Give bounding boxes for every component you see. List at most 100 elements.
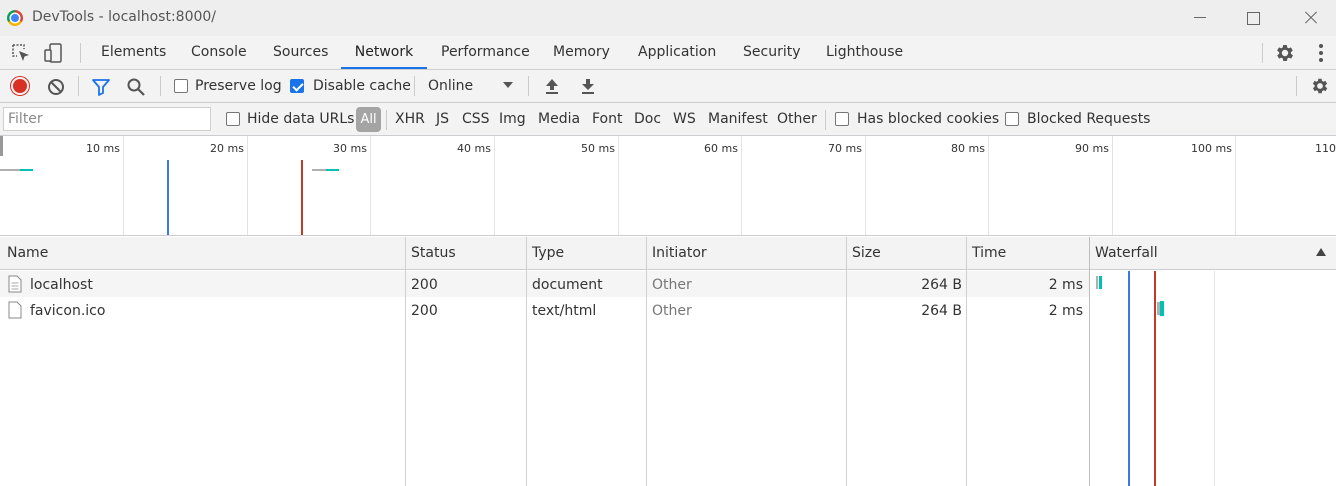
request-status: 200 [411, 303, 438, 319]
column-header-type[interactable]: Type [532, 245, 564, 261]
device-toolbar-icon[interactable] [44, 43, 64, 63]
column-header-waterfall[interactable]: Waterfall [1095, 245, 1158, 261]
type-filter-js[interactable]: JS [436, 111, 449, 127]
chevron-down-icon[interactable] [503, 82, 513, 88]
type-filter-all[interactable]: All [356, 107, 381, 132]
overview-gridline [123, 136, 124, 235]
tab-lighthouse[interactable]: Lighthouse [826, 36, 903, 69]
network-settings-gear-icon[interactable] [1310, 76, 1330, 96]
toolbar-divider [414, 76, 415, 96]
overview-tick-label: 40 ms [457, 142, 491, 155]
column-header-status[interactable]: Status [411, 245, 456, 261]
column-divider[interactable] [405, 237, 406, 486]
clear-icon[interactable] [46, 77, 66, 97]
tab-console[interactable]: Console [191, 36, 247, 69]
type-filter-doc[interactable]: Doc [634, 111, 661, 127]
blocked-requests-checkbox[interactable] [1005, 112, 1019, 126]
tab-sources[interactable]: Sources [273, 36, 328, 69]
dom-content-loaded-line [167, 160, 169, 235]
request-size: 264 B [921, 303, 962, 319]
toolbar-divider [1296, 76, 1297, 96]
waterfall-bar [1099, 276, 1102, 289]
request-type: text/html [532, 303, 597, 319]
waterfall-bar [1160, 301, 1164, 316]
overview-request-wait-bar [0, 169, 20, 171]
type-filter-other[interactable]: Other [777, 111, 817, 127]
tab-security[interactable]: Security [743, 36, 801, 69]
overview-request-bar [326, 169, 339, 171]
overview-gridline [741, 136, 742, 235]
overview-request-bar [20, 169, 33, 171]
request-initiator: Other [652, 303, 692, 319]
column-divider[interactable] [966, 237, 967, 486]
type-filter-ws[interactable]: WS [673, 111, 696, 127]
tab-performance[interactable]: Performance [441, 36, 530, 69]
has-blocked-cookies-checkbox[interactable] [835, 112, 849, 126]
minimize-icon[interactable] [1188, 6, 1212, 30]
tab-network[interactable]: Network [341, 36, 427, 69]
type-filter-xhr[interactable]: XHR [395, 111, 425, 127]
overview-tick-label: 60 ms [704, 142, 738, 155]
disable-cache-checkbox[interactable] [290, 79, 304, 93]
disable-cache-label: Disable cache [313, 78, 411, 94]
tab-elements[interactable]: Elements [101, 36, 166, 69]
overview-gridline [494, 136, 495, 235]
overview-gridline [370, 136, 371, 235]
column-divider[interactable] [526, 237, 527, 486]
settings-gear-icon[interactable] [1274, 42, 1296, 64]
window-title: DevTools - localhost:8000/ [32, 9, 217, 25]
column-header-name[interactable]: Name [7, 245, 48, 261]
blocked-requests-label: Blocked Requests [1027, 111, 1151, 127]
type-filter-font[interactable]: Font [592, 111, 622, 127]
overview-tick-label: 20 ms [210, 142, 244, 155]
filter-funnel-icon[interactable] [91, 77, 111, 97]
more-options-icon[interactable] [1316, 42, 1326, 64]
record-button[interactable] [11, 77, 29, 95]
overview-tick-label: 50 ms [581, 142, 615, 155]
column-header-time[interactable]: Time [972, 245, 1006, 261]
throttling-select[interactable]: Online [428, 78, 473, 94]
overview-gridline [865, 136, 866, 235]
document-file-icon [8, 275, 22, 293]
overview-tick-label: 10 ms [86, 142, 120, 155]
sort-ascending-icon[interactable] [1316, 248, 1326, 256]
column-header-initiator[interactable]: Initiator [652, 245, 707, 261]
import-har-upload-icon[interactable] [544, 77, 560, 95]
close-icon[interactable] [1299, 6, 1323, 30]
maximize-icon[interactable] [1241, 6, 1265, 30]
type-filter-manifest[interactable]: Manifest [708, 111, 768, 127]
type-filter-media[interactable]: Media [538, 111, 580, 127]
request-status: 200 [411, 277, 438, 293]
filter-input[interactable] [3, 107, 211, 131]
overview-gridline [618, 136, 619, 235]
inspect-element-icon[interactable] [11, 43, 31, 63]
overview-tick-label: 70 ms [828, 142, 862, 155]
waterfall-load-event-line [1154, 271, 1156, 486]
overview-timeline[interactable]: 10 ms 20 ms 30 ms 40 ms 50 ms 60 ms 70 m… [0, 136, 1336, 236]
hide-data-urls-checkbox[interactable] [226, 112, 240, 126]
column-divider[interactable] [1089, 237, 1090, 486]
has-blocked-cookies-label: Has blocked cookies [857, 111, 1000, 127]
preserve-log-label: Preserve log [195, 78, 282, 94]
request-name[interactable]: favicon.ico [30, 303, 105, 319]
overview-tick-label: 30 ms [333, 142, 367, 155]
request-type: document [532, 277, 603, 293]
chrome-logo-icon [7, 10, 23, 26]
waterfall-wait-bar [1096, 276, 1098, 289]
column-divider[interactable] [846, 237, 847, 486]
tab-application[interactable]: Application [638, 36, 716, 69]
column-header-size[interactable]: Size [852, 245, 881, 261]
waterfall-dom-content-loaded-line [1128, 271, 1130, 486]
waterfall-gridline [1214, 271, 1215, 486]
overview-request-wait-bar [312, 169, 326, 171]
type-filter-css[interactable]: CSS [462, 111, 490, 127]
export-har-download-icon[interactable] [580, 77, 596, 95]
type-filter-img[interactable]: Img [499, 111, 526, 127]
column-divider[interactable] [646, 237, 647, 486]
request-name[interactable]: localhost [30, 277, 93, 293]
search-icon[interactable] [126, 77, 146, 97]
request-initiator: Other [652, 277, 692, 293]
overview-gridline [988, 136, 989, 235]
preserve-log-checkbox[interactable] [174, 79, 188, 93]
tab-memory[interactable]: Memory [553, 36, 610, 69]
